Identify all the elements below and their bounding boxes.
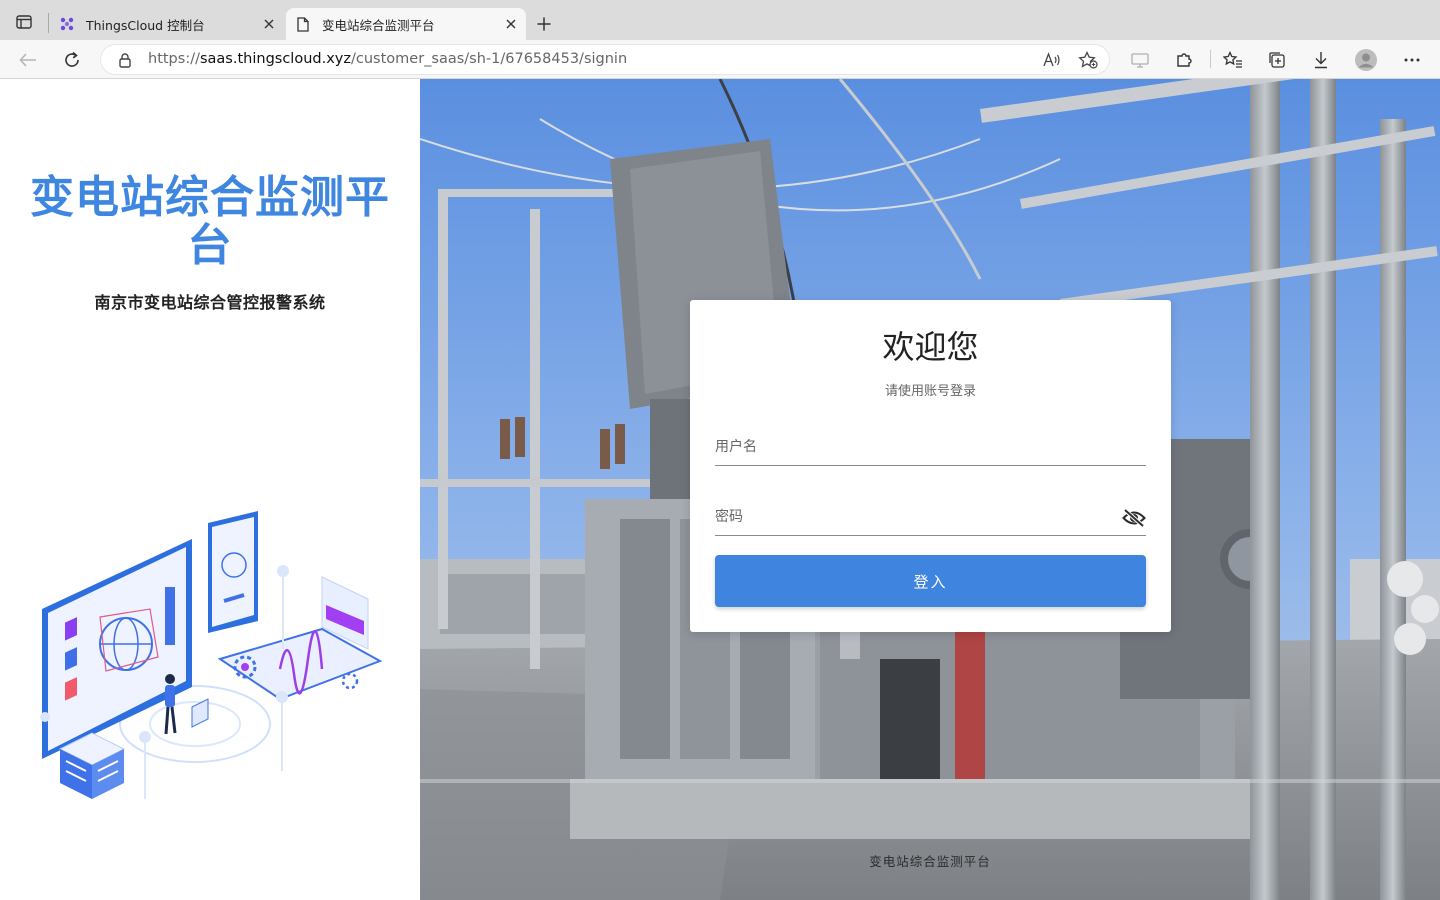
tab-substation[interactable]: 变电站综合监测平台 xyxy=(286,8,526,40)
toolbar-divider xyxy=(1210,50,1211,68)
signin-page: 变电站综合监测平台 南京市变电站综合管控报警系统 欢迎您 请使用账号登录 用户名… xyxy=(0,79,1440,900)
platform-title: 变电站综合监测平台 xyxy=(30,172,390,271)
login-card: 欢迎您 请使用账号登录 登入 xyxy=(690,300,1171,632)
downloads-icon[interactable] xyxy=(1307,46,1335,74)
new-tab-plus-icon[interactable] xyxy=(532,12,556,36)
url-text[interactable]: https://saas.thingscloud.xyz/customer_sa… xyxy=(148,51,627,67)
more-menu-icon[interactable] xyxy=(1398,46,1426,74)
favorites-icon[interactable] xyxy=(1219,46,1247,74)
tab-title: ThingsCloud 控制台 xyxy=(86,17,205,33)
tab-actions-icon[interactable] xyxy=(12,10,36,34)
profile-avatar-icon[interactable] xyxy=(1352,46,1380,74)
tab-title: 变电站综合监测平台 xyxy=(322,17,435,33)
thingscloud-logo-icon xyxy=(58,15,76,33)
refresh-icon[interactable] xyxy=(58,46,86,74)
username-field xyxy=(715,428,1146,466)
read-aloud-icon[interactable] xyxy=(1040,48,1064,72)
footer-label: 变电站综合监测平台 xyxy=(869,854,991,869)
page-icon xyxy=(294,15,312,33)
browser-toolbar: https://saas.thingscloud.xyz/customer_sa… xyxy=(0,40,1440,79)
extensions-puzzle-icon[interactable] xyxy=(1170,46,1198,74)
username-input[interactable] xyxy=(715,436,1115,458)
close-icon[interactable] xyxy=(500,13,522,35)
close-icon[interactable] xyxy=(258,13,280,35)
address-bar[interactable]: https://saas.thingscloud.xyz/customer_sa… xyxy=(100,44,1110,75)
lock-icon[interactable] xyxy=(116,51,134,69)
back-arrow-icon[interactable] xyxy=(14,46,42,74)
collections-icon[interactable] xyxy=(1263,46,1291,74)
login-button[interactable]: 登入 xyxy=(715,555,1146,607)
immersive-reader-icon[interactable] xyxy=(1126,46,1154,74)
login-hint: 请使用账号登录 xyxy=(884,384,976,399)
branding-panel: 变电站综合监测平台 南京市变电站综合管控报警系统 xyxy=(0,79,420,900)
visibility-off-icon[interactable] xyxy=(1122,506,1146,530)
password-field xyxy=(715,498,1146,536)
password-input[interactable] xyxy=(715,506,1115,528)
tab-thingscloud[interactable]: ThingsCloud 控制台 xyxy=(50,8,284,40)
tab-separator xyxy=(48,13,49,33)
background-photo-panel: 欢迎您 请使用账号登录 登入 变电站综合监测平台 xyxy=(420,79,1440,900)
platform-subtitle: 南京市变电站综合管控报警系统 xyxy=(94,293,326,312)
welcome-heading: 欢迎您 xyxy=(882,328,979,366)
browser-tab-bar: ThingsCloud 控制台 变电站综合监测平台 xyxy=(0,0,1440,40)
add-favorite-star-icon[interactable] xyxy=(1076,48,1100,72)
iot-dashboard-illustration xyxy=(40,511,383,799)
